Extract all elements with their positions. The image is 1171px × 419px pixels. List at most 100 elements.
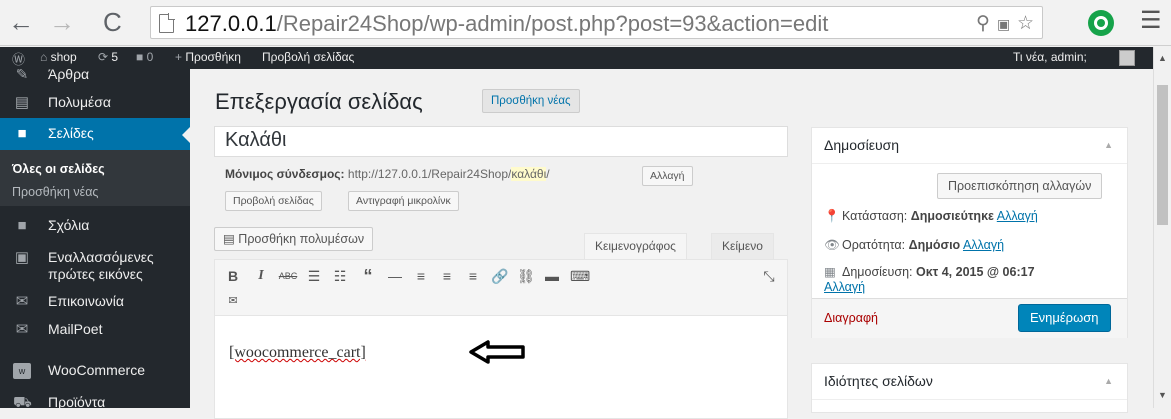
- tab-visual[interactable]: Κειμενογράφος: [584, 233, 687, 259]
- add-new-button[interactable]: Προσθήκη νέας: [482, 89, 580, 113]
- scroll-thumb[interactable]: [1157, 85, 1168, 225]
- extension-icon[interactable]: [1088, 10, 1114, 36]
- align-right-icon[interactable]: ≡: [463, 266, 483, 286]
- keyboard-icon[interactable]: ⌨: [570, 266, 590, 286]
- scroll-up-icon[interactable]: ▲: [1158, 53, 1167, 63]
- sidebar-item-mailpoet[interactable]: ✉ MailPoet: [0, 314, 190, 346]
- admin-bar-view-page[interactable]: Προβολή σελίδας: [262, 50, 354, 64]
- date-change-link[interactable]: Αλλαγή: [824, 280, 865, 294]
- sidebar-item-woocommerce[interactable]: w WooCommerce: [0, 355, 190, 387]
- admin-bar-new[interactable]: + Προσθήκη: [175, 50, 241, 64]
- admin-sidebar: ✎ Άρθρα ▤ Πολυμέσα ■ Σελίδες Όλες οι σελ…: [0, 69, 190, 408]
- published-text: Δημοσίευση:: [842, 265, 916, 279]
- italic-button[interactable]: I: [251, 266, 271, 286]
- visibility-row: 👁 Ορατότητα: Δημόσιο Αλλαγή: [824, 238, 1004, 253]
- left-arrow-annotation-icon: [469, 340, 525, 364]
- bold-button[interactable]: B: [223, 266, 243, 286]
- read-more-icon[interactable]: ▬: [542, 266, 562, 286]
- admin-bar-updates[interactable]: ⟳ 5: [98, 50, 118, 64]
- post-title-input[interactable]: Καλάθι: [214, 126, 788, 157]
- comment-icon: ■: [17, 217, 27, 234]
- publish-date-change-row: Αλλαγή: [824, 280, 865, 294]
- sidebar-item-pages[interactable]: ■ Σελίδες: [0, 118, 190, 150]
- sidebar-item-label: Πολυμέσα: [48, 94, 111, 110]
- avatar[interactable]: [1119, 50, 1135, 66]
- pin-icon: 📍: [824, 209, 840, 223]
- visibility-change-link[interactable]: Αλλαγή: [963, 238, 1004, 252]
- forward-arrow-icon[interactable]: →: [49, 7, 75, 37]
- status-change-link[interactable]: Αλλαγή: [997, 209, 1038, 223]
- submenu-all-pages[interactable]: Όλες οι σελίδες: [12, 162, 105, 176]
- scroll-down-icon[interactable]: ▼: [1158, 390, 1167, 400]
- sidebar-item-comments[interactable]: ■ Σχόλια: [0, 210, 190, 242]
- sidebar-item-slideshow[interactable]: ▣ Εναλλασσόμενες πρώτες εικόνες: [0, 242, 190, 288]
- admin-bar-comments[interactable]: ■ 0: [136, 50, 153, 64]
- sidebar-item-label: Άρθρα: [48, 69, 90, 82]
- publish-box-header[interactable]: Δημοσίευση ▲: [812, 128, 1127, 164]
- updates-count: 5: [111, 50, 119, 64]
- visibility-text: Ορατότητα:: [842, 238, 909, 252]
- add-media-button[interactable]: ▤ Προσθήκη πολυμέσων: [214, 227, 374, 251]
- slideshow-icon: ▣: [14, 249, 30, 266]
- page-attributes-header[interactable]: Ιδιότητες σελίδων ▲: [812, 364, 1127, 400]
- zoom-icon[interactable]: ⚲: [976, 12, 990, 35]
- editor-body[interactable]: [woocommerce_cart]: [229, 344, 366, 362]
- calendar-icon: ▦: [824, 265, 836, 279]
- address-bar[interactable]: 127.0.0.1/Repair24Shop/wp-admin/post.php…: [150, 6, 1043, 39]
- permalink-base[interactable]: http://127.0.0.1/Repair24Shop/: [348, 167, 511, 181]
- preview-changes-button[interactable]: Προεπισκόπηση αλλαγών: [937, 173, 1103, 199]
- browser-menu-icon[interactable]: ☰: [1140, 6, 1162, 35]
- collapse-toggle-icon[interactable]: ▲: [1104, 140, 1113, 150]
- pages-icon: ■: [17, 125, 27, 142]
- bookmark-star-icon[interactable]: ☆: [1017, 12, 1034, 35]
- page-scrollbar[interactable]: ▲ ▼: [1153, 47, 1171, 408]
- status-text: Κατάσταση:: [842, 209, 911, 223]
- blockquote-icon[interactable]: “: [358, 266, 378, 286]
- submenu-add-new[interactable]: Προσθήκη νέας: [12, 185, 98, 199]
- numbered-list-icon[interactable]: ☷: [330, 266, 350, 286]
- translate-icon[interactable]: ▣: [997, 16, 1010, 33]
- wordpress-logo-icon[interactable]: Ⓦ: [12, 49, 25, 68]
- status-value: Δημοσιεύτηκε: [910, 209, 994, 223]
- browser-toolbar: ← → C 127.0.0.1/Repair24Shop/wp-admin/po…: [0, 0, 1171, 46]
- horizontal-line-icon[interactable]: —: [385, 266, 405, 286]
- updates-icon: ⟳: [98, 50, 109, 64]
- reload-icon[interactable]: C: [103, 7, 122, 37]
- url-text[interactable]: 127.0.0.1/Repair24Shop/wp-admin/post.php…: [185, 11, 828, 37]
- align-left-icon[interactable]: ≡: [411, 266, 431, 286]
- woocommerce-icon: w: [13, 363, 31, 379]
- visibility-value: Δημόσιο: [908, 238, 961, 252]
- align-center-icon[interactable]: ≡: [437, 266, 457, 286]
- unlink-icon[interactable]: ⛓: [516, 266, 536, 286]
- home-icon: ⌂: [40, 50, 48, 64]
- bullet-list-icon[interactable]: ☰: [304, 266, 324, 286]
- sidebar-item-label: Προϊόντα: [48, 394, 106, 408]
- trash-link[interactable]: Διαγραφή: [824, 311, 878, 325]
- url-path: /Repair24Shop/wp-admin/post.php?post=93&…: [276, 11, 829, 36]
- sidebar-item-label-line2: πρώτες εικόνες: [48, 266, 143, 282]
- sidebar-item-products[interactable]: ⛟ Προϊόντα: [0, 387, 190, 408]
- admin-bar-site[interactable]: ⌂ shop: [40, 50, 77, 64]
- editor-content: [woocommerce_cart]: [229, 344, 366, 361]
- new-label: Προσθήκη: [185, 50, 241, 64]
- link-icon[interactable]: 🔗: [490, 266, 510, 286]
- permalink-slug[interactable]: καλάθι: [511, 167, 547, 181]
- view-page-button[interactable]: Προβολή σελίδας: [225, 191, 322, 211]
- strikethrough-icon[interactable]: ABC: [278, 266, 298, 286]
- update-button[interactable]: Ενημέρωση: [1018, 304, 1111, 332]
- permalink-label: Μόνιμος σύνδεσμος:: [225, 167, 345, 181]
- copy-shortlink-button[interactable]: Αντιγραφή μικρολίνκ: [348, 191, 459, 211]
- collapse-toggle-icon[interactable]: ▲: [1104, 376, 1113, 386]
- page-attributes-box: Ιδιότητες σελίδων ▲: [811, 363, 1128, 413]
- permalink-change-button[interactable]: Αλλαγή: [642, 166, 693, 186]
- mail-shortcode-icon[interactable]: ✉: [223, 291, 243, 311]
- back-arrow-icon[interactable]: ←: [8, 7, 34, 37]
- page-title: Επεξεργασία σελίδας: [215, 89, 423, 114]
- admin-bar-greeting[interactable]: Τι νέα, admin;: [1013, 50, 1087, 64]
- sidebar-item-media[interactable]: ▤ Πολυμέσα: [0, 87, 190, 119]
- sidebar-item-label: Εναλλασσόμενες: [48, 249, 154, 265]
- page-attributes-title: Ιδιότητες σελίδων: [824, 373, 933, 389]
- fullscreen-icon[interactable]: ⤡: [759, 266, 779, 286]
- tab-text[interactable]: Κείμενο: [711, 233, 774, 259]
- status-row: 📍 Κατάσταση: Δημοσιεύτηκε Αλλαγή: [824, 209, 1038, 224]
